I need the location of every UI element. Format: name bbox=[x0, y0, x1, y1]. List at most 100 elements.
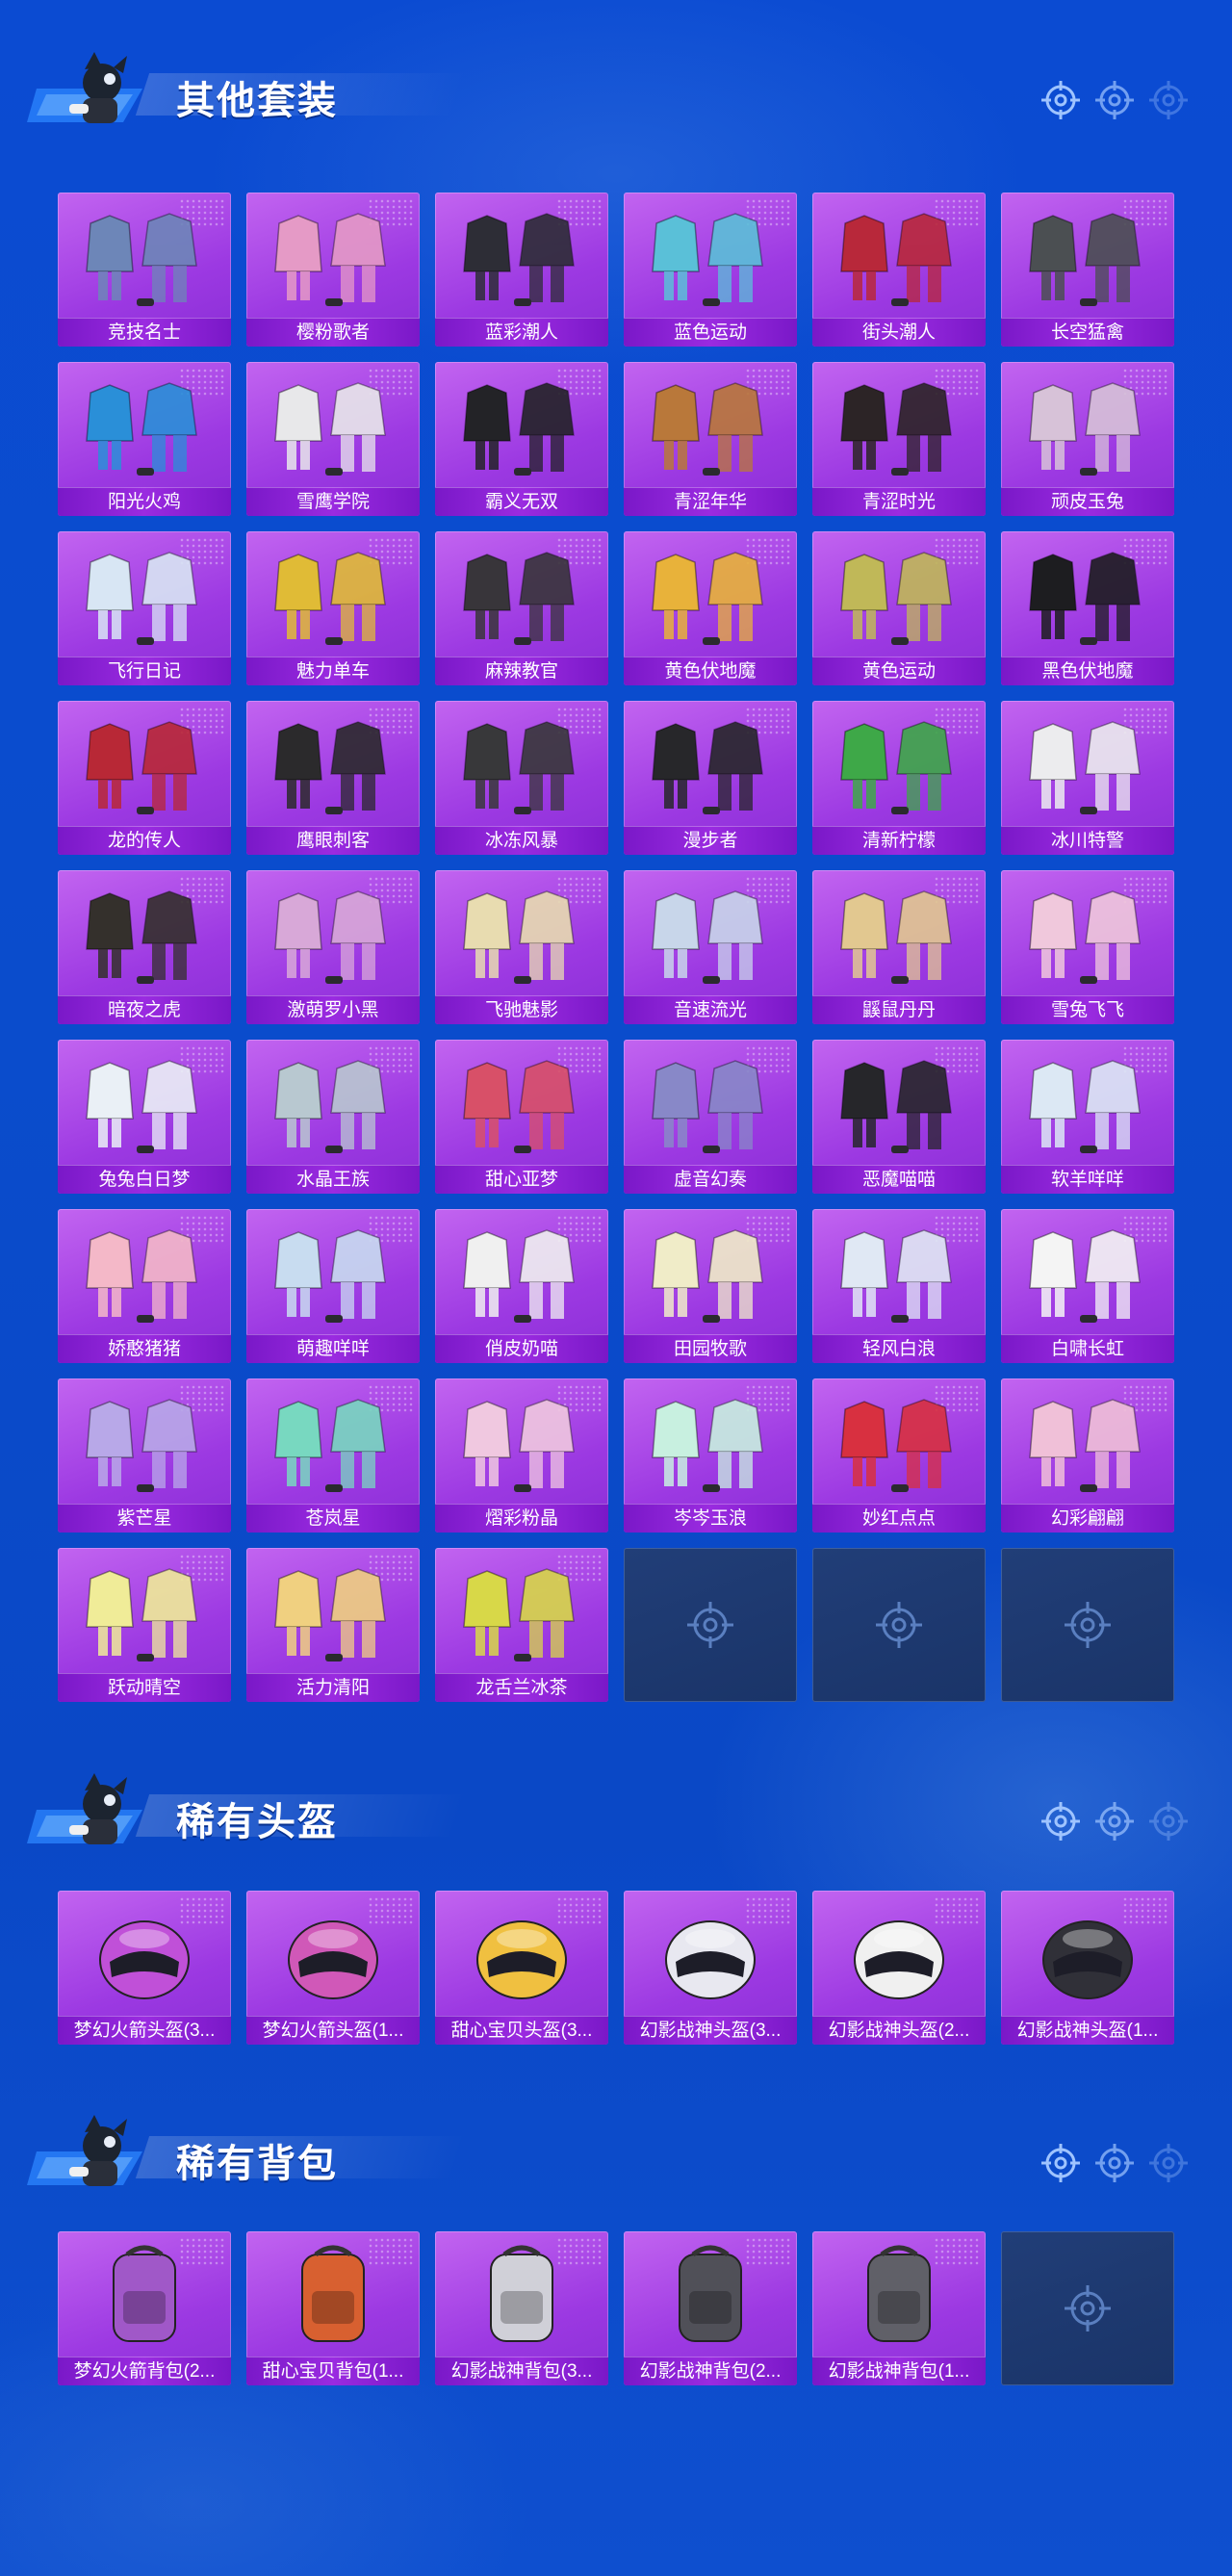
item-card[interactable]: 软羊咩咩 bbox=[1001, 1040, 1174, 1194]
item-name: 激萌罗小黑 bbox=[246, 995, 420, 1024]
outfit-image bbox=[463, 890, 575, 984]
backpack-image bbox=[490, 2245, 553, 2342]
item-name: 兔兔白日梦 bbox=[58, 1165, 231, 1194]
item-card[interactable]: 暗夜之虎 bbox=[58, 870, 231, 1024]
empty-slot bbox=[1001, 2231, 1174, 2385]
item-card[interactable]: 龙的传人 bbox=[58, 701, 231, 855]
item-card[interactable]: 飞行日记 bbox=[58, 531, 231, 685]
item-card[interactable]: 甜心亚梦 bbox=[435, 1040, 608, 1194]
item-card[interactable]: 兔兔白日梦 bbox=[58, 1040, 231, 1194]
item-card[interactable]: 水晶王族 bbox=[246, 1040, 420, 1194]
item-card[interactable]: 清新柠檬 bbox=[812, 701, 986, 855]
item-name: 幻彩翩翩 bbox=[1001, 1504, 1174, 1533]
item-card[interactable]: 顽皮玉兔 bbox=[1001, 362, 1174, 516]
item-name: 甜心宝贝头盔(3... bbox=[435, 2016, 608, 2045]
item-card[interactable]: 霸义无双 bbox=[435, 362, 608, 516]
item-card[interactable]: 黑色伏地魔 bbox=[1001, 531, 1174, 685]
item-card[interactable]: 幻彩翩翩 bbox=[1001, 1378, 1174, 1533]
item-card[interactable]: 蓝彩潮人 bbox=[435, 193, 608, 347]
item-name: 苍岚星 bbox=[246, 1504, 420, 1533]
item-card[interactable]: 幻影战神背包(3... bbox=[435, 2231, 608, 2385]
item-card[interactable]: 长空猛禽 bbox=[1001, 193, 1174, 347]
backpack-grid: 梦幻火箭背包(2... 甜心宝贝背包(1... 幻影战神背包(3... 幻影战神… bbox=[58, 2231, 1174, 2385]
item-name: 鹰眼刺客 bbox=[246, 826, 420, 855]
item-card[interactable]: 激萌罗小黑 bbox=[246, 870, 420, 1024]
item-card[interactable]: 幻影战神头盔(1... bbox=[1001, 1891, 1174, 2045]
outfit-image bbox=[463, 1229, 575, 1323]
section-header-suits: 其他套装 bbox=[27, 50, 1201, 137]
item-card[interactable]: 竞技名士 bbox=[58, 193, 231, 347]
item-name: 幻影战神背包(3... bbox=[435, 2357, 608, 2385]
item-name: 俏皮奶喵 bbox=[435, 1334, 608, 1363]
item-card[interactable]: 跃动晴空 bbox=[58, 1548, 231, 1702]
item-name: 幻影战神背包(1... bbox=[812, 2357, 986, 2385]
item-card[interactable]: 黄色运动 bbox=[812, 531, 986, 685]
item-card[interactable]: 漫步者 bbox=[624, 701, 797, 855]
item-card[interactable]: 梦幻火箭背包(2... bbox=[58, 2231, 231, 2385]
item-card[interactable]: 街头潮人 bbox=[812, 193, 986, 347]
item-name: 萌趣咩咩 bbox=[246, 1334, 420, 1363]
item-card[interactable]: 冰川特警 bbox=[1001, 701, 1174, 855]
item-name: 田园牧歌 bbox=[624, 1334, 797, 1363]
item-card[interactable]: 黄色伏地魔 bbox=[624, 531, 797, 685]
item-card[interactable]: 青涩时光 bbox=[812, 362, 986, 516]
outfit-image bbox=[463, 1060, 575, 1153]
outfit-image bbox=[274, 213, 386, 306]
item-card[interactable]: 恶魔喵喵 bbox=[812, 1040, 986, 1194]
item-card[interactable]: 龙舌兰冰茶 bbox=[435, 1548, 608, 1702]
item-card[interactable]: 妙红点点 bbox=[812, 1378, 986, 1533]
outfit-image bbox=[463, 552, 575, 645]
item-card[interactable]: 魅力单车 bbox=[246, 531, 420, 685]
item-card[interactable]: 青涩年华 bbox=[624, 362, 797, 516]
item-card[interactable]: 甜心宝贝背包(1... bbox=[246, 2231, 420, 2385]
item-card[interactable]: 飞驰魅影 bbox=[435, 870, 608, 1024]
item-card[interactable]: 娇憨猪猪 bbox=[58, 1209, 231, 1363]
item-card[interactable]: 梦幻火箭头盔(3... bbox=[58, 1891, 231, 2045]
item-card[interactable]: 鹰眼刺客 bbox=[246, 701, 420, 855]
item-card[interactable]: 幻影战神背包(2... bbox=[624, 2231, 797, 2385]
mascot-icon bbox=[27, 52, 142, 123]
item-card[interactable]: 虚音幻奏 bbox=[624, 1040, 797, 1194]
crosshair-icon bbox=[1095, 81, 1134, 119]
outfit-image bbox=[1029, 1229, 1141, 1323]
item-card[interactable]: 萌趣咩咩 bbox=[246, 1209, 420, 1363]
item-card[interactable]: 鼷鼠丹丹 bbox=[812, 870, 986, 1024]
crosshair-group bbox=[1040, 79, 1190, 121]
outfit-image bbox=[274, 1399, 386, 1492]
outfit-image bbox=[652, 890, 763, 984]
item-card[interactable]: 音速流光 bbox=[624, 870, 797, 1024]
item-name: 幻影战神头盔(1... bbox=[1001, 2016, 1174, 2045]
item-card[interactable]: 白啸长虹 bbox=[1001, 1209, 1174, 1363]
outfit-image bbox=[652, 382, 763, 476]
outfit-image bbox=[86, 1568, 197, 1662]
item-name: 暗夜之虎 bbox=[58, 995, 231, 1024]
crosshair-icon bbox=[1041, 81, 1080, 119]
item-card[interactable]: 雪兔飞飞 bbox=[1001, 870, 1174, 1024]
item-card[interactable]: 俏皮奶喵 bbox=[435, 1209, 608, 1363]
item-card[interactable]: 田园牧歌 bbox=[624, 1209, 797, 1363]
outfit-image bbox=[86, 721, 197, 814]
item-card[interactable]: 苍岚星 bbox=[246, 1378, 420, 1533]
section-title: 其他套装 bbox=[176, 80, 338, 122]
item-name: 冰冻风暴 bbox=[435, 826, 608, 855]
item-card[interactable]: 活力清阳 bbox=[246, 1548, 420, 1702]
item-card[interactable]: 紫芒星 bbox=[58, 1378, 231, 1533]
item-card[interactable]: 甜心宝贝头盔(3... bbox=[435, 1891, 608, 2045]
item-card[interactable]: 阳光火鸡 bbox=[58, 362, 231, 516]
item-card[interactable]: 樱粉歌者 bbox=[246, 193, 420, 347]
item-card[interactable]: 幻影战神头盔(2... bbox=[812, 1891, 986, 2045]
item-card[interactable]: 岑岑玉浪 bbox=[624, 1378, 797, 1533]
item-card[interactable]: 冰冻风暴 bbox=[435, 701, 608, 855]
item-name: 轻风白浪 bbox=[812, 1334, 986, 1363]
helmet-image bbox=[854, 1920, 944, 1999]
item-card[interactable]: 蓝色运动 bbox=[624, 193, 797, 347]
item-card[interactable]: 熠彩粉晶 bbox=[435, 1378, 608, 1533]
item-card[interactable]: 梦幻火箭头盔(1... bbox=[246, 1891, 420, 2045]
item-card[interactable]: 雪鹰学院 bbox=[246, 362, 420, 516]
item-card[interactable]: 麻辣教官 bbox=[435, 531, 608, 685]
item-card[interactable]: 轻风白浪 bbox=[812, 1209, 986, 1363]
item-name: 青涩时光 bbox=[812, 487, 986, 516]
outfit-image bbox=[840, 382, 952, 476]
item-card[interactable]: 幻影战神头盔(3... bbox=[624, 1891, 797, 2045]
item-card[interactable]: 幻影战神背包(1... bbox=[812, 2231, 986, 2385]
